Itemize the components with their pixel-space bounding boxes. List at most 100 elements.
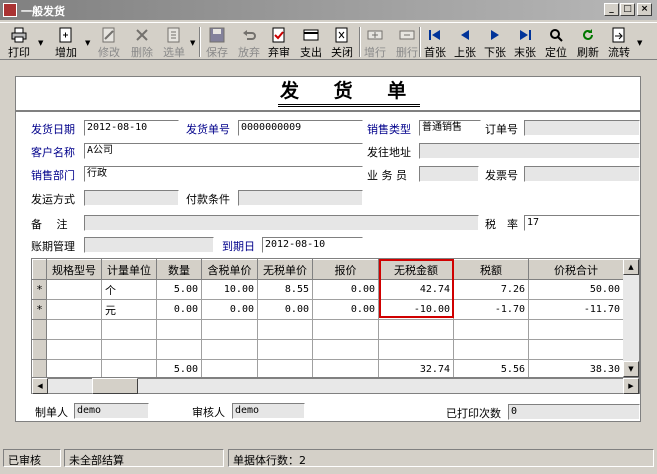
- column-header[interactable]: 报价: [312, 259, 379, 280]
- order-no-field[interactable]: [524, 120, 640, 136]
- table-cell[interactable]: 10.00: [201, 279, 258, 300]
- column-header[interactable]: 无税单价: [257, 259, 313, 280]
- table-cell[interactable]: 0.00: [257, 299, 313, 320]
- account-period-field[interactable]: [84, 237, 214, 253]
- table-cell[interactable]: 5.00: [156, 279, 202, 300]
- ship-no-field[interactable]: 0000000009: [238, 120, 363, 136]
- table-cell[interactable]: 0.00: [156, 299, 202, 320]
- column-header[interactable]: 含税单价: [201, 259, 258, 280]
- scroll-left-icon[interactable]: ◀: [32, 378, 48, 394]
- table-cell[interactable]: 50.00: [528, 279, 624, 300]
- table-cell[interactable]: 8.55: [257, 279, 313, 300]
- vertical-scrollbar[interactable]: ▲ ▼: [623, 259, 639, 377]
- column-header[interactable]: 数量: [156, 259, 202, 280]
- last-arrow-icon: [520, 30, 531, 40]
- table-cell[interactable]: 0.00: [201, 299, 258, 320]
- table-row[interactable]: * 个 5.00 10.00 8.55 0.00 42.74 7.26 50.0…: [32, 279, 624, 300]
- scroll-down-icon[interactable]: ▼: [623, 361, 639, 377]
- table-cell[interactable]: [101, 319, 157, 340]
- table-cell[interactable]: [312, 319, 379, 340]
- modify-button[interactable]: 修改: [94, 25, 124, 59]
- table-cell[interactable]: [46, 319, 102, 340]
- table-cell[interactable]: [257, 319, 313, 340]
- table-cell[interactable]: [528, 339, 624, 360]
- table-cell[interactable]: [201, 319, 258, 340]
- select-order-dropdown-icon[interactable]: ▼: [190, 39, 195, 47]
- column-header[interactable]: 计量单位: [101, 259, 157, 280]
- sales-dept-field[interactable]: 行政: [84, 166, 363, 182]
- select-order-button[interactable]: 选单: [159, 25, 189, 59]
- table-row[interactable]: [32, 339, 624, 360]
- column-header[interactable]: 税额: [453, 259, 529, 280]
- ship-address-field[interactable]: [419, 143, 640, 159]
- add-button[interactable]: 增加: [50, 25, 82, 59]
- table-cell[interactable]: [201, 339, 258, 360]
- table-cell[interactable]: [378, 339, 454, 360]
- print-button[interactable]: 打印: [4, 25, 34, 59]
- abandon-button[interactable]: 放弃: [234, 25, 264, 59]
- prev-record-button[interactable]: 上张: [451, 25, 479, 59]
- payment-button[interactable]: 支出: [296, 25, 326, 59]
- table-row[interactable]: [32, 319, 624, 340]
- tax-rate-field[interactable]: 17: [524, 215, 640, 231]
- table-cell[interactable]: [528, 319, 624, 340]
- table-cell[interactable]: [378, 319, 454, 340]
- scroll-right-icon[interactable]: ▶: [623, 378, 639, 394]
- table-cell[interactable]: 0.00: [312, 279, 379, 300]
- print-dropdown-icon[interactable]: ▼: [38, 39, 43, 47]
- save-button[interactable]: 保存: [202, 25, 232, 59]
- table-cell[interactable]: 元: [101, 299, 157, 320]
- first-record-button[interactable]: 首张: [421, 25, 449, 59]
- locate-button[interactable]: 定位: [541, 25, 571, 59]
- table-cell[interactable]: 7.26: [453, 279, 529, 300]
- table-cell[interactable]: [46, 299, 102, 320]
- add-row-button[interactable]: 增行: [360, 25, 390, 59]
- due-date-field[interactable]: 2012-08-10: [262, 237, 363, 253]
- table-row[interactable]: * 元 0.00 0.00 0.00 0.00 -10.00 -1.70 -11…: [32, 299, 624, 320]
- print-count-field: 0: [508, 404, 640, 420]
- table-cell[interactable]: [46, 279, 102, 300]
- close-window-button[interactable]: ×: [637, 3, 652, 16]
- table-cell[interactable]: 0.00: [312, 299, 379, 320]
- table-cell[interactable]: [101, 339, 157, 360]
- flow-button[interactable]: 流转: [604, 25, 634, 59]
- abandon-review-button[interactable]: 弃审: [264, 25, 294, 59]
- ship-method-field[interactable]: [84, 190, 179, 206]
- save-disk-icon: [209, 27, 225, 43]
- salesperson-field[interactable]: [419, 166, 479, 182]
- table-cell[interactable]: -11.70: [528, 299, 624, 320]
- delete-row-button[interactable]: 删行: [392, 25, 422, 59]
- refresh-button[interactable]: 刷新: [573, 25, 603, 59]
- invoice-no-field[interactable]: [524, 166, 640, 182]
- delete-row-icon: [399, 30, 415, 40]
- delete-button[interactable]: 删除: [127, 25, 157, 59]
- last-record-button[interactable]: 末张: [511, 25, 539, 59]
- customer-field[interactable]: A公司: [84, 143, 363, 159]
- table-cell[interactable]: [453, 319, 529, 340]
- close-button[interactable]: 关闭: [327, 25, 357, 59]
- table-cell[interactable]: [156, 319, 202, 340]
- sales-type-field[interactable]: 普通销售: [419, 120, 481, 136]
- table-cell[interactable]: 个: [101, 279, 157, 300]
- scroll-up-icon[interactable]: ▲: [623, 259, 639, 275]
- add-dropdown-icon[interactable]: ▼: [85, 39, 90, 47]
- ship-no-label: 发货单号: [186, 123, 230, 136]
- maximize-button[interactable]: □: [620, 3, 635, 16]
- column-header[interactable]: 价税合计: [528, 259, 624, 280]
- ship-date-field[interactable]: 2012-08-10: [84, 120, 179, 136]
- table-cell[interactable]: [257, 339, 313, 360]
- table-cell[interactable]: -1.70: [453, 299, 529, 320]
- horizontal-scrollbar[interactable]: ◀ ▶: [31, 378, 640, 394]
- payment-terms-field[interactable]: [238, 190, 363, 206]
- maker-label: 制单人: [35, 406, 68, 419]
- flow-dropdown-icon[interactable]: ▼: [637, 39, 642, 47]
- next-record-button[interactable]: 下张: [481, 25, 509, 59]
- table-cell[interactable]: [156, 339, 202, 360]
- table-cell[interactable]: [453, 339, 529, 360]
- column-header[interactable]: 规格型号: [46, 259, 102, 280]
- remarks-field[interactable]: [84, 215, 479, 231]
- minimize-button[interactable]: _: [604, 3, 619, 16]
- table-cell[interactable]: [46, 339, 102, 360]
- table-cell[interactable]: [312, 339, 379, 360]
- scroll-thumb[interactable]: [92, 378, 138, 394]
